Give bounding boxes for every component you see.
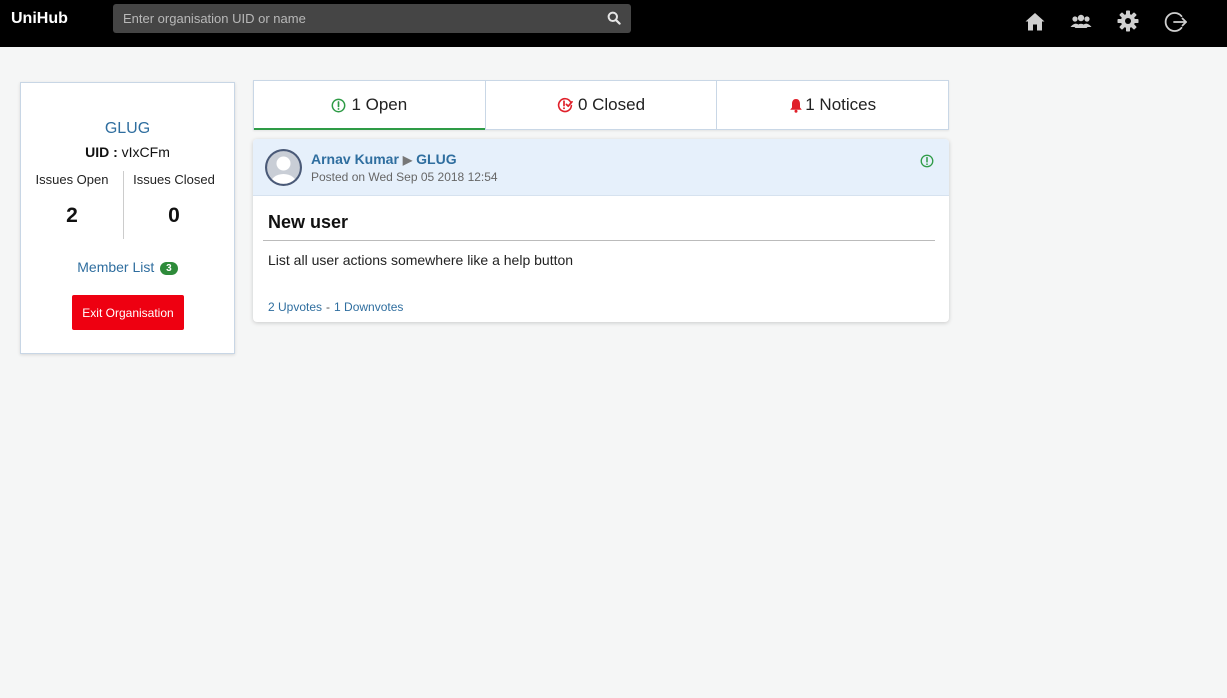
issues-open-stat: Issues Open 2 [21, 172, 123, 228]
issues-open-count: 2 [66, 204, 78, 227]
issue-card: Arnav Kumar ▶ GLUG Posted on Wed Sep 05 20… [253, 139, 949, 322]
org-uid-label: UID : [85, 144, 118, 160]
issue-author-link[interactable]: Arnav Kumar [311, 151, 399, 167]
org-uid-value: vIxCFm [121, 144, 170, 160]
issues-open-label: Issues Open [35, 172, 109, 187]
avatar[interactable] [265, 149, 302, 186]
tab-closed-label: 0 Closed [577, 95, 646, 114]
member-list-link[interactable]: Member List 3 [21, 259, 234, 275]
brand-logo[interactable]: UniHub [11, 10, 68, 28]
issue-author-line: Arnav Kumar ▶ GLUG [311, 151, 457, 167]
gear-icon[interactable] [1116, 9, 1140, 33]
divider [263, 240, 935, 241]
issues-closed-stat: Issues Closed 0 [124, 172, 224, 228]
issue-title[interactable]: New user [268, 212, 348, 233]
tab-open[interactable]: 1 Open [254, 81, 486, 130]
triangle-right-icon: ▶ [402, 153, 413, 167]
issue-header: Arnav Kumar ▶ GLUG Posted on Wed Sep 05 20… [253, 139, 949, 196]
open-status-icon [920, 154, 934, 168]
search-icon[interactable] [607, 11, 621, 25]
search-input[interactable] [113, 4, 593, 33]
issue-votes: 2 Upvotes -1 Downvotes [268, 300, 403, 314]
home-icon[interactable] [1023, 10, 1047, 34]
exit-organisation-button[interactable]: Exit Organisation [72, 295, 184, 330]
issue-org-link[interactable]: GLUG [416, 151, 456, 167]
organisation-card: GLUG UID : vIxCFm Issues Open 2 Issues C… [20, 82, 235, 354]
downvotes-link[interactable]: 1 Downvotes [334, 300, 403, 314]
org-uid: UID : vIxCFm [21, 144, 234, 160]
users-icon[interactable] [1069, 10, 1093, 34]
issues-closed-label: Issues Closed [133, 172, 215, 187]
tab-closed[interactable]: 0 Closed [486, 81, 718, 129]
issue-tabs: 1 Open 0 Closed 1 Notices [253, 80, 949, 130]
issues-closed-count: 0 [168, 204, 180, 227]
search-bar [113, 4, 631, 33]
issue-posted-date: Posted on Wed Sep 05 2018 12:54 [311, 170, 498, 184]
bell-icon [790, 98, 803, 113]
tab-open-label: 1 Open [351, 95, 408, 114]
top-navbar: UniHub [0, 0, 1227, 47]
vote-separator: - [326, 300, 331, 314]
issue-body: List all user actions somewhere like a h… [268, 252, 574, 268]
tab-notices-label: 1 Notices [805, 95, 877, 114]
member-count-badge: 3 [160, 262, 178, 275]
open-issue-icon [332, 98, 346, 112]
upvotes-link[interactable]: 2 Upvotes [268, 300, 322, 314]
org-name[interactable]: GLUG [21, 120, 234, 138]
tab-notices[interactable]: 1 Notices [717, 81, 948, 129]
member-list-label: Member List [77, 259, 155, 275]
logout-icon[interactable] [1164, 10, 1188, 34]
closed-issue-icon [557, 97, 573, 113]
user-avatar-icon [265, 149, 302, 186]
